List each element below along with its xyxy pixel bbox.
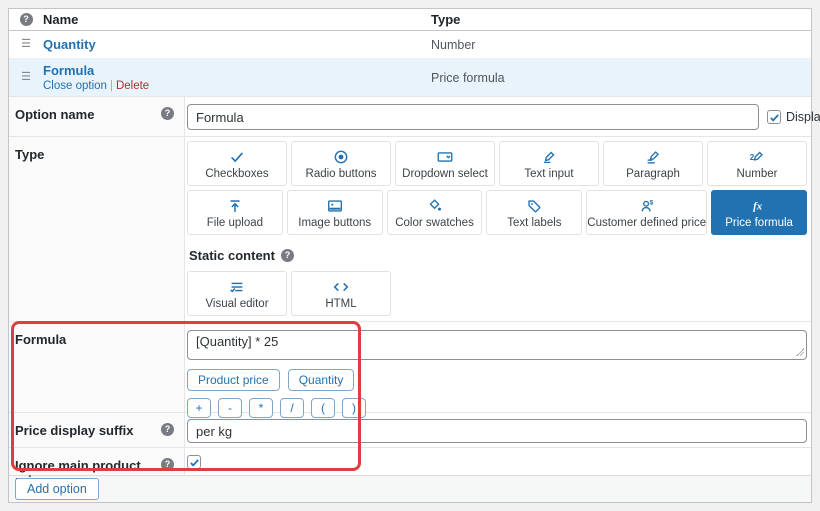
options-panel: ? Name Type ☰ Quantity Number ☰ Formula … (8, 8, 820, 503)
type-tiles-row1: Checkboxes Radio buttons Dropdown select (187, 141, 807, 186)
dropdown-icon (436, 147, 454, 166)
ignore-main-product-price-row: Ignore main product price ? (9, 447, 811, 488)
number-pencil-icon: 2 (748, 147, 766, 166)
display-checkbox[interactable] (767, 110, 781, 124)
text-input-pencil-icon (540, 147, 558, 166)
code-brackets-icon (332, 277, 350, 296)
type-tile-color-swatches[interactable]: Color swatches (386, 190, 483, 235)
price-display-suffix-label: Price display suffix (15, 423, 134, 438)
close-option-link[interactable]: Close option (43, 80, 107, 92)
help-icon[interactable]: ? (161, 423, 174, 436)
tag-icon (525, 196, 543, 215)
formula-textarea[interactable]: [Quantity] * 25 (187, 330, 807, 360)
type-tile-checkboxes[interactable]: Checkboxes (187, 141, 287, 186)
type-tile-html[interactable]: HTML (291, 271, 391, 316)
type-tile-text-labels[interactable]: Text labels (486, 190, 583, 235)
checkmark-icon (228, 147, 246, 166)
option-type-value: Number (431, 37, 476, 52)
image-icon (326, 196, 344, 215)
visual-editor-icon (228, 277, 246, 296)
insert-product-price-button[interactable]: Product price (187, 369, 280, 391)
ignore-main-product-price-checkbox[interactable] (187, 455, 201, 469)
formula-label: Formula (15, 332, 67, 347)
display-checkbox-label: Display (786, 110, 820, 124)
type-tile-radio-buttons[interactable]: Radio buttons (291, 141, 391, 186)
insert-quantity-button[interactable]: Quantity (287, 369, 355, 391)
table-header: ? Name Type (9, 9, 811, 31)
delete-option-link[interactable]: Delete (116, 80, 149, 92)
upload-icon (226, 196, 244, 215)
drag-handle-icon[interactable]: ☰ (21, 39, 31, 50)
action-separator: | (109, 80, 113, 92)
add-option-button[interactable]: Add option (15, 478, 99, 500)
help-icon[interactable]: ? (161, 458, 174, 471)
option-link-quantity[interactable]: Quantity (43, 37, 96, 52)
static-content-label: Static content (189, 248, 275, 263)
table-row: ☰ Formula Close option | Delete Price form… (9, 59, 811, 96)
type-tile-file-upload[interactable]: File upload (187, 190, 283, 235)
type-picker-row: Type Checkboxes Radio buttons Dropdown s… (9, 136, 811, 321)
formula-row: Formula [Quantity] * 25 Product price Qu… (9, 321, 811, 418)
color-swatch-icon (426, 196, 444, 215)
type-tile-paragraph[interactable]: Paragraph (603, 141, 703, 186)
radio-icon (332, 147, 350, 166)
type-tile-customer-defined-price[interactable]: $ Customer defined price (586, 190, 708, 235)
type-tile-text-input[interactable]: Text input (499, 141, 599, 186)
type-tile-dropdown-select[interactable]: Dropdown select (395, 141, 495, 186)
type-tile-visual-editor[interactable]: Visual editor (187, 271, 287, 316)
column-header-type: Type (431, 12, 461, 27)
drag-handle-icon[interactable]: ☰ (21, 72, 31, 83)
option-name-input[interactable] (187, 104, 759, 130)
type-tiles-row3: Visual editor HTML (187, 271, 807, 316)
fx-icon: fx (750, 196, 768, 215)
option-name-label: Option name (15, 107, 95, 122)
type-label: Type (15, 147, 45, 162)
product-options-editor: { "colors": { "accent_blue": "#2271b1", … (0, 0, 820, 511)
column-header-name: Name (43, 12, 79, 27)
help-icon[interactable]: ? (19, 13, 33, 26)
price-display-suffix-row: Price display suffix ? (9, 412, 811, 447)
option-name-row: Option name ? Display (9, 96, 820, 136)
type-tile-image-buttons[interactable]: Image buttons (286, 190, 383, 235)
option-type-value: Price formula (431, 70, 505, 85)
type-tile-number[interactable]: 2 Number (707, 141, 807, 186)
type-tile-price-formula-selected[interactable]: fx Price formula (711, 190, 807, 235)
help-icon[interactable]: ? (161, 107, 174, 120)
help-icon[interactable]: ? (280, 249, 294, 262)
person-dollar-icon: $ (638, 196, 656, 215)
price-display-suffix-input[interactable] (187, 419, 807, 443)
svg-text:fx: fx (753, 200, 763, 212)
table-row: ☰ Quantity Number (9, 31, 811, 59)
option-link-formula[interactable]: Formula (43, 63, 94, 78)
paragraph-pencil-icon (644, 147, 662, 166)
type-tiles-row2: File upload Image buttons Color swatches (187, 190, 807, 235)
svg-text:2: 2 (750, 153, 755, 162)
svg-text:$: $ (649, 199, 653, 206)
resize-grip-icon[interactable] (796, 348, 804, 356)
